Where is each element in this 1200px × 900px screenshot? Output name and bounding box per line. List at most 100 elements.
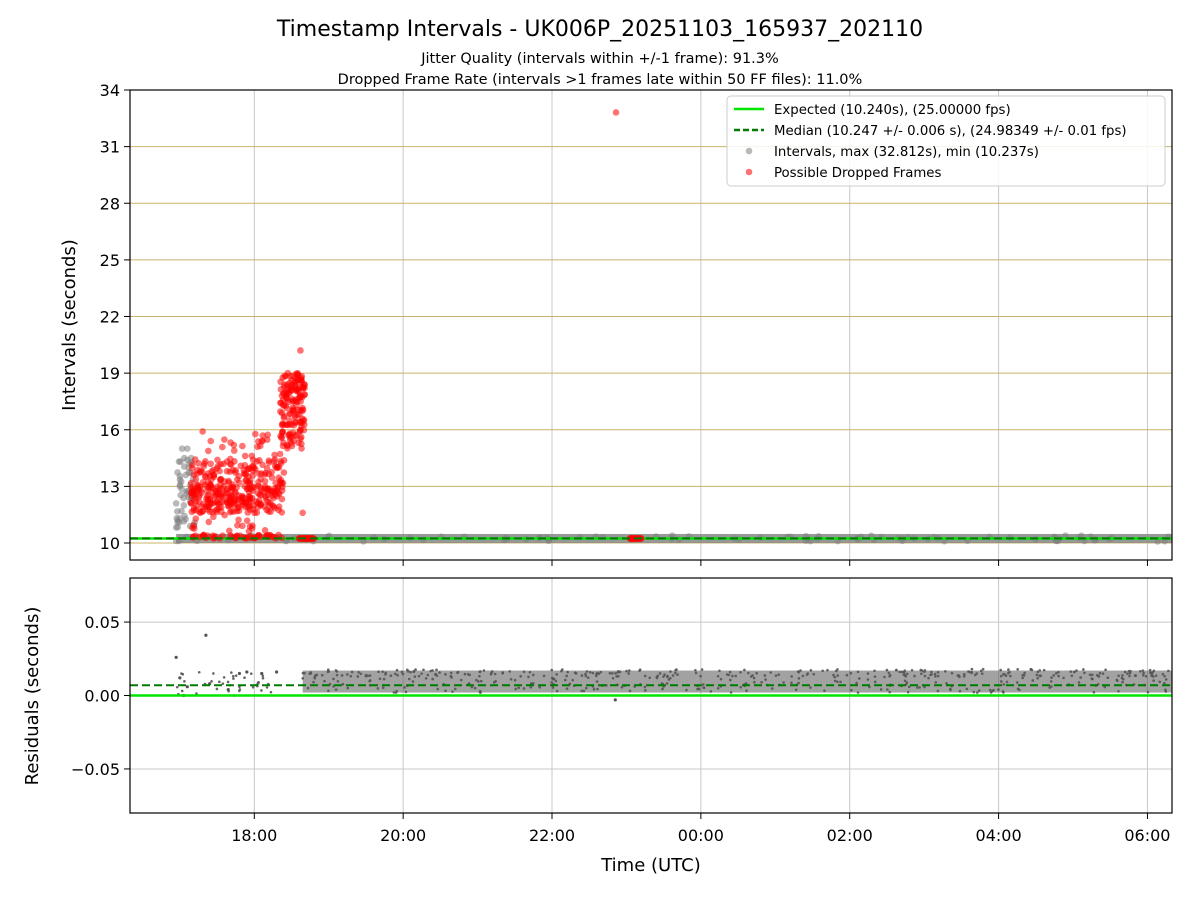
residual-point <box>945 681 948 685</box>
dropped-frame-point <box>244 509 252 516</box>
dropped-frame-point <box>282 402 289 410</box>
residual-point <box>376 687 380 690</box>
residual-point <box>927 676 930 680</box>
residual-point <box>888 690 891 694</box>
dropped-frame-point <box>266 502 273 509</box>
residual-point <box>883 675 886 679</box>
residual-point <box>667 678 671 681</box>
interval-point <box>180 502 188 509</box>
y-tick-label: 28 <box>100 194 120 213</box>
residual-point <box>1050 676 1053 679</box>
residual-point <box>701 683 705 686</box>
chart-subtitle-jitter: Jitter Quality (intervals within +/-1 fr… <box>420 51 779 67</box>
residual-point <box>1142 671 1145 675</box>
residual-point <box>350 670 354 674</box>
residual-point <box>790 675 793 678</box>
residual-point <box>1052 674 1056 677</box>
residual-point <box>392 691 396 694</box>
residual-point <box>910 668 914 672</box>
residual-point <box>406 670 410 673</box>
dropped-frame-point <box>207 460 214 468</box>
residual-point <box>412 670 415 674</box>
dropped-frame-point <box>254 490 262 497</box>
residual-point <box>349 674 353 678</box>
residual-point <box>1077 681 1081 684</box>
residual-point <box>887 671 891 675</box>
residual-point <box>900 670 904 674</box>
residual-point <box>836 674 839 677</box>
dropped-frame-point <box>249 472 257 479</box>
dropped-frame-point <box>291 414 299 421</box>
dropped-frame-point <box>207 500 215 507</box>
dropped-frame-point <box>226 455 234 463</box>
dropped-frame-point <box>221 436 228 443</box>
residual-point <box>1008 670 1011 674</box>
residual-point <box>934 675 937 678</box>
residual-point <box>1101 672 1105 675</box>
residual-point <box>382 677 386 681</box>
residual-point <box>335 673 339 677</box>
residual-point <box>529 685 533 689</box>
dropped-frame-point <box>280 469 288 476</box>
residual-point <box>265 686 269 689</box>
residual-point <box>671 674 675 677</box>
residual-point <box>394 672 397 676</box>
residual-point <box>396 673 399 677</box>
residual-point <box>1115 678 1119 682</box>
interval-point <box>180 463 188 470</box>
residual-point <box>1036 670 1040 674</box>
residual-point <box>377 670 380 674</box>
residual-point <box>479 679 483 683</box>
residual-point <box>596 687 599 691</box>
residual-point <box>850 688 853 692</box>
residual-point <box>237 671 242 676</box>
residual-point <box>527 675 530 679</box>
residual-point <box>320 673 324 677</box>
residual-point <box>1007 668 1010 671</box>
residual-point <box>812 672 816 676</box>
residual-point <box>1079 676 1082 679</box>
residual-point <box>414 668 417 671</box>
residual-point <box>1163 674 1166 678</box>
residual-point <box>797 677 801 680</box>
residual-point <box>574 672 578 675</box>
dropped-frame-point <box>200 531 208 539</box>
residual-point <box>836 680 839 684</box>
residual-point <box>992 688 995 692</box>
residual-point <box>997 688 1000 691</box>
interval-point <box>180 518 188 525</box>
residual-point <box>467 672 470 676</box>
residual-point <box>493 672 497 676</box>
residuals-panel: 0.05 0.00 −0.05 18:00 20:00 22:00 00:00 02:00 04… <box>71 577 1173 845</box>
residual-point <box>381 670 384 673</box>
residual-point <box>669 670 672 673</box>
dropped-frame-point <box>238 497 246 504</box>
residual-point <box>197 670 201 674</box>
dropped-frame-point <box>211 493 219 500</box>
residual-point <box>873 680 877 684</box>
dropped-frame-point <box>192 498 200 505</box>
residual-point <box>731 674 734 678</box>
residual-point <box>611 672 614 675</box>
residual-point <box>1106 676 1110 680</box>
residual-point <box>1016 668 1019 671</box>
residual-point <box>611 676 615 680</box>
residual-point <box>782 681 785 684</box>
residual-point <box>508 670 512 673</box>
residual-point <box>716 686 720 690</box>
residual-point <box>745 689 748 692</box>
residual-point <box>230 671 233 674</box>
dropped-frame-point <box>271 451 278 459</box>
residual-point <box>555 689 559 693</box>
residual-point <box>1090 673 1094 677</box>
dropped-frame-point <box>256 457 263 464</box>
residual-point <box>1097 674 1100 678</box>
residual-point <box>648 676 652 680</box>
residual-point <box>1152 675 1155 678</box>
y-tick-label: 31 <box>100 138 120 157</box>
residual-point <box>933 672 937 676</box>
dropped-frame-point <box>187 479 195 487</box>
residual-point <box>411 680 415 683</box>
residual-point <box>183 680 186 683</box>
residual-point <box>226 680 230 684</box>
